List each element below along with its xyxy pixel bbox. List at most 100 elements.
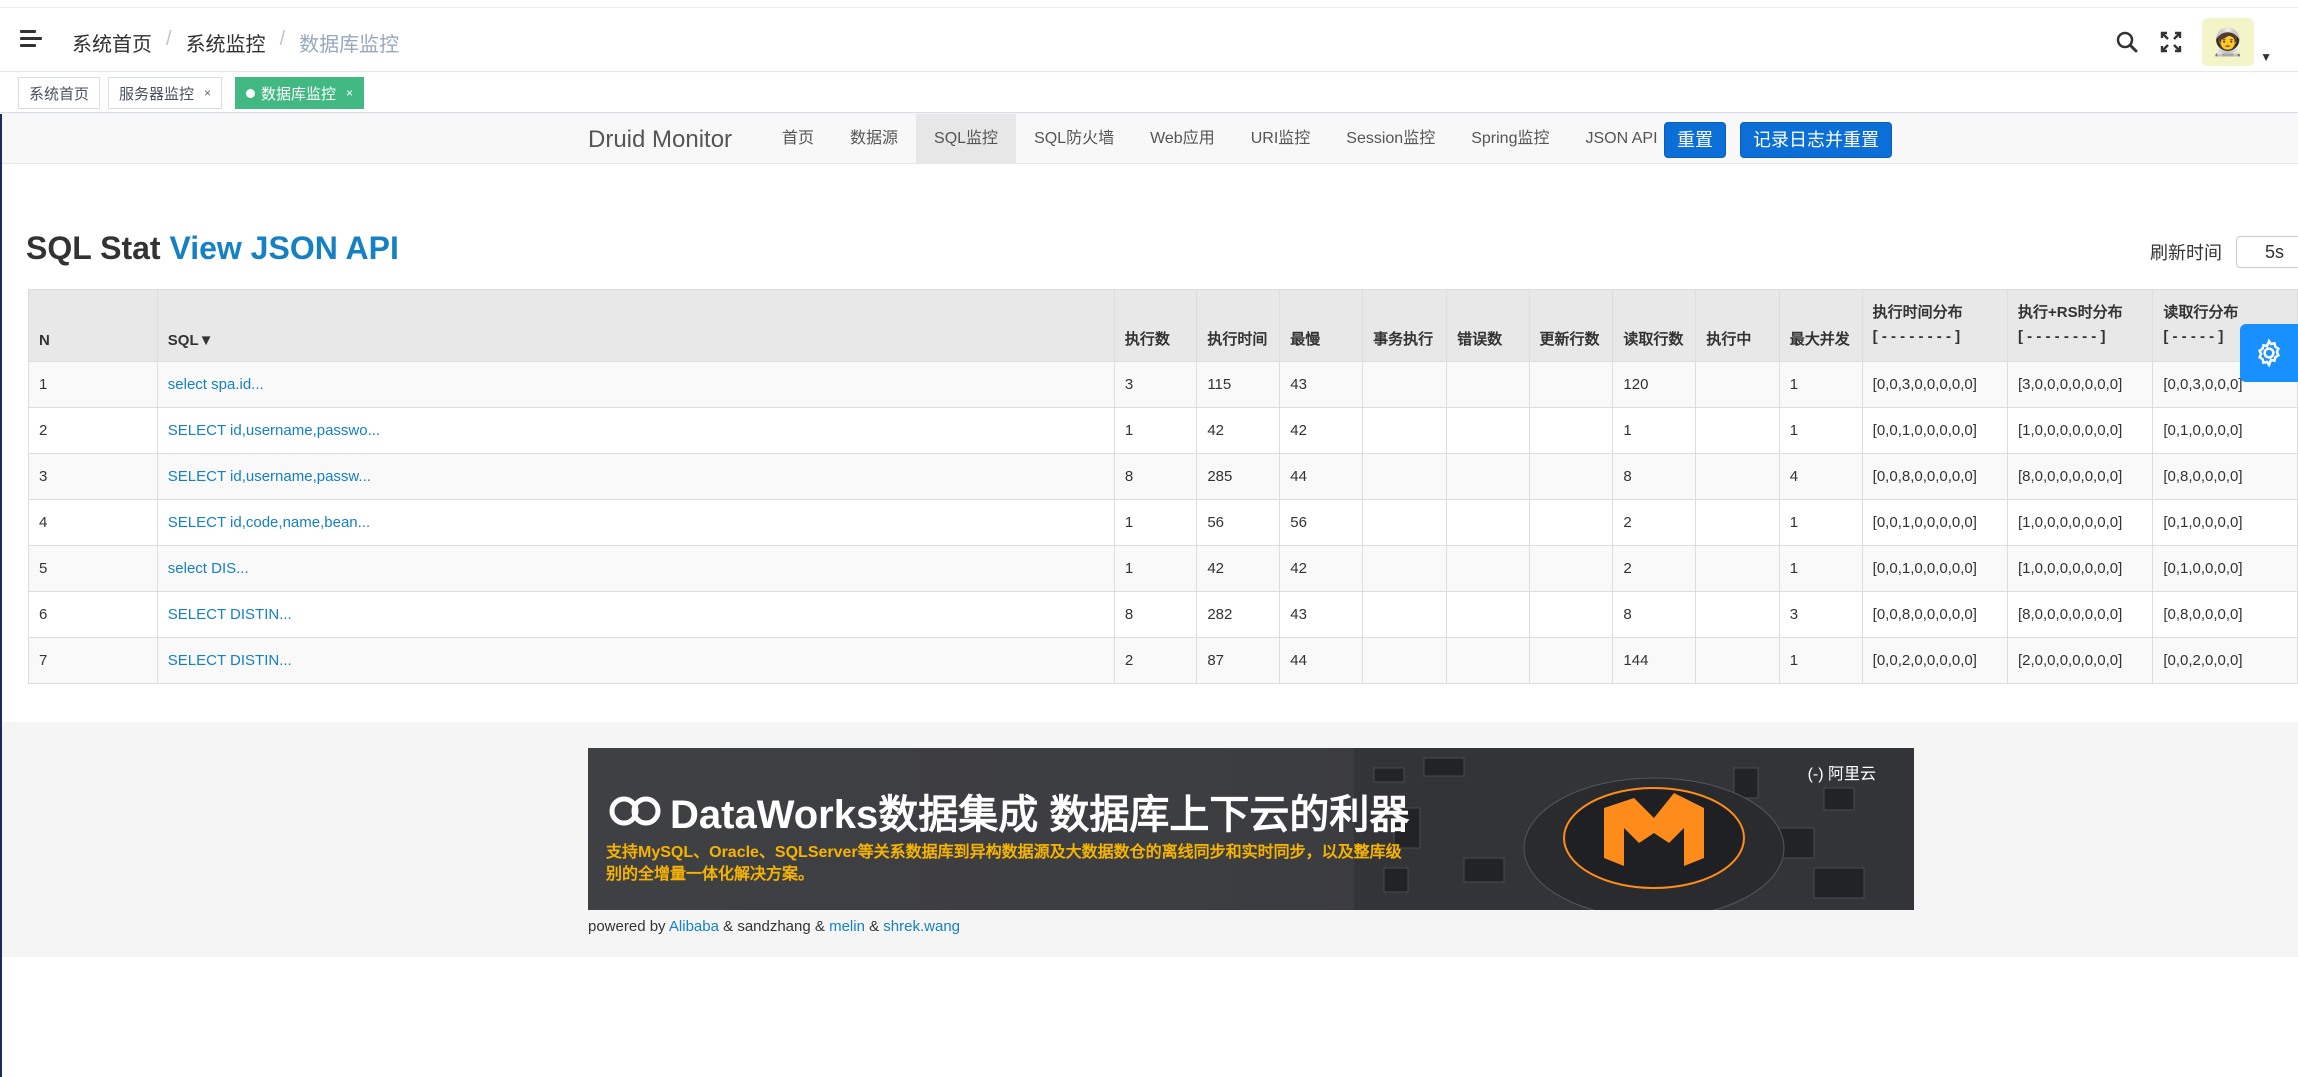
active-dot-icon (246, 88, 255, 98)
cell-time: 42 (1196, 407, 1281, 454)
cell-slowest: 43 (1279, 361, 1364, 408)
powered-prefix: powered by (588, 918, 666, 935)
nav-home[interactable]: 首页 (764, 114, 832, 164)
nav-uri-monitor[interactable]: URI监控 (1233, 114, 1329, 164)
cell-read: 144 (1612, 637, 1697, 684)
log-and-reset-button[interactable]: 记录日志并重置 (1740, 122, 1892, 158)
cell-sql: SELECT id,username,passwo... (156, 407, 1115, 454)
cell-running (1695, 591, 1780, 638)
breadcrumb-item-monitor[interactable]: 系统监控 (186, 28, 266, 57)
column-header[interactable]: 读取行数 (1612, 289, 1697, 362)
sql-link[interactable]: select spa.id... (168, 376, 264, 393)
refresh-interval-select[interactable]: 5s (2236, 236, 2298, 268)
sql-link[interactable]: SELECT id,code,name,bean... (168, 514, 370, 531)
banner-title-text: DataWorks数据集成 数据库上下云的利器 (670, 793, 1410, 837)
cell-exec: 1 (1113, 545, 1198, 592)
link-shrek-wang[interactable]: shrek.wang (883, 918, 960, 935)
cell-concurrent: 1 (1778, 545, 1863, 592)
sql-link[interactable]: select DIS... (168, 560, 249, 577)
cell-sql: select spa.id... (156, 361, 1115, 408)
close-icon[interactable]: × (204, 86, 211, 100)
cell-err (1446, 499, 1530, 546)
refresh-control: 刷新时间 5s (2150, 236, 2298, 268)
cell-tx (1362, 637, 1448, 684)
view-json-api-link[interactable]: View JSON API (169, 230, 398, 266)
sql-link[interactable]: SELECT id,username,passwo... (168, 422, 380, 439)
table-row: 7 SELECT DISTIN... 2 87 44 144 1 [0,0,2,0,0,0,0… (28, 637, 2298, 684)
cell-running (1695, 453, 1780, 500)
cell-exec: 1 (1113, 499, 1198, 546)
close-icon[interactable]: × (346, 86, 353, 100)
cell-upd (1528, 407, 1614, 454)
cell-dist1: [0,0,1,0,0,0,0,0] (1861, 499, 2009, 546)
sql-link[interactable]: SELECT id,username,passw... (168, 468, 371, 485)
cell-n: 2 (28, 407, 158, 454)
column-header[interactable]: N (28, 289, 158, 362)
tag-label: 服务器监控 (119, 85, 195, 103)
search-icon[interactable] (2114, 29, 2140, 55)
nav-sql-monitor[interactable]: SQL监控 (916, 114, 1017, 164)
cell-sql: SELECT DISTIN... (156, 591, 1115, 638)
column-header[interactable]: 错误数 (1446, 289, 1530, 362)
cell-slowest: 44 (1279, 453, 1364, 500)
sql-link[interactable]: SELECT DISTIN... (168, 652, 292, 669)
column-header[interactable]: 更新行数 (1528, 289, 1614, 362)
sql-stat-title: SQL Stat (26, 230, 161, 266)
cell-tx (1362, 453, 1448, 500)
cell-running (1695, 499, 1780, 546)
nav-spring-monitor[interactable]: Spring监控 (1453, 114, 1567, 164)
cell-n: 1 (28, 361, 158, 408)
cell-dist1: [0,0,1,0,0,0,0,0] (1861, 545, 2009, 592)
cell-running (1695, 407, 1780, 454)
druid-brand[interactable]: Druid Monitor (588, 126, 732, 154)
nav-datasource[interactable]: 数据源 (832, 114, 916, 164)
menu-toggle-icon[interactable] (20, 30, 42, 50)
column-header-dist[interactable]: 执行+RS时分布 [ - - - - - - - - ] (2006, 289, 2154, 362)
column-header[interactable]: 最大并发 (1778, 289, 1863, 362)
column-header[interactable]: 执行时间 (1196, 289, 1281, 362)
cell-dist2: [3,0,0,0,0,0,0,0] (2006, 361, 2154, 408)
link-alibaba[interactable]: Alibaba (669, 918, 719, 935)
column-header[interactable]: 执行数 (1113, 289, 1198, 362)
reset-button[interactable]: 重置 (1664, 122, 1726, 158)
breadcrumb-separator: / (166, 28, 172, 50)
cell-tx (1362, 361, 1448, 408)
cell-dist2: [1,0,0,0,0,0,0,0] (2006, 499, 2154, 546)
fullscreen-icon[interactable] (2158, 29, 2184, 55)
cell-dist2: [8,0,0,0,0,0,0,0] (2006, 453, 2154, 500)
column-header[interactable]: 执行中 (1695, 289, 1780, 362)
druid-nav: 首页 数据源 SQL监控 SQL防火墙 Web应用 URI监控 Session监… (764, 114, 1676, 164)
link-melin[interactable]: melin (829, 918, 865, 935)
cell-exec: 3 (1113, 361, 1198, 408)
column-header[interactable]: 事务执行 (1362, 289, 1448, 362)
cell-dist1: [0,0,8,0,0,0,0,0] (1861, 591, 2009, 638)
sql-link[interactable]: SELECT DISTIN... (168, 606, 292, 623)
nav-json-api[interactable]: JSON API (1567, 114, 1675, 164)
avatar[interactable]: 🧑‍🚀 (2202, 18, 2255, 66)
cell-tx (1362, 407, 1448, 454)
cell-concurrent: 1 (1778, 637, 1863, 684)
sql-stat-table: N SQL▼ 执行数 执行时间 最慢 事务执行 错误数 更新行数 读取行数 执行… (28, 289, 2298, 684)
cell-read: 8 (1612, 591, 1697, 638)
breadcrumb-item-home[interactable]: 系统首页 (72, 28, 152, 57)
tag-home[interactable]: 系统首页 (18, 77, 101, 109)
column-header-dist[interactable]: 执行时间分布 [ - - - - - - - - ] (1861, 289, 2009, 362)
nav-sql-firewall[interactable]: SQL防火墙 (1016, 114, 1132, 164)
chevron-down-icon[interactable]: ▼ (2260, 50, 2272, 64)
cell-concurrent: 4 (1778, 453, 1863, 500)
cell-dist3: [0,1,0,0,0,0] (2152, 407, 2298, 454)
tag-db-monitor[interactable]: 数据库监控 × (235, 77, 365, 109)
tag-server-monitor[interactable]: 服务器监控 × (108, 77, 223, 109)
nav-session-monitor[interactable]: Session监控 (1328, 114, 1453, 164)
table-row: 5 select DIS... 1 42 42 2 1 [0,0,1,0,0,0,0,0] [1… (28, 545, 2298, 592)
column-header[interactable]: 最慢 (1279, 289, 1364, 362)
settings-gear-icon[interactable] (2240, 324, 2298, 382)
dataworks-banner[interactable]: (-) 阿里云 DataWorks数据集成 数据库上下云的利器 支持MySQL、… (588, 748, 1914, 910)
cell-dist1: [0,0,1,0,0,0,0,0] (1861, 407, 2009, 454)
refresh-label: 刷新时间 (2150, 243, 2222, 263)
dist-label: 执行+RS时分布 (2018, 304, 2123, 321)
nav-web-app[interactable]: Web应用 (1132, 114, 1233, 164)
column-header-sql[interactable]: SQL▼ (156, 289, 1115, 362)
druid-frame: Druid Monitor 首页 数据源 SQL监控 SQL防火墙 Web应用 … (0, 114, 2298, 1077)
table-row: 4 SELECT id,code,name,bean... 1 56 56 2 1 [0,0,… (28, 499, 2298, 546)
